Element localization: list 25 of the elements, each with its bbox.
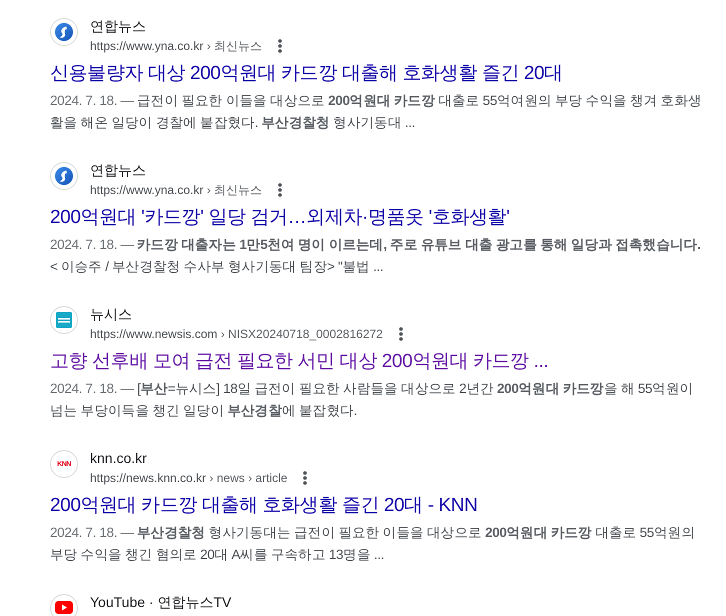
result-title-link[interactable]: 200억원대 카드깡 대출해 호화생활 즐긴 20대 - KNN xyxy=(50,493,478,519)
site-logo-icon xyxy=(50,594,78,616)
result-title-link[interactable]: 200억원대 '카드깡' 일당 검거…외제차·명품옷 '호화생활' xyxy=(50,205,510,231)
url-breadcrumb[interactable]: https://www.yna.co.kr › 최신뉴스 xyxy=(90,36,262,54)
more-options-icon[interactable] xyxy=(278,38,282,52)
result-snippet: 2024. 7. 18. — 부산경찰청 형사기동대는 급전이 필요한 이들을 대상으로 200억원대 카드깡 대출로 55억원의 부당 수익을 챙긴 혐의로 20대 A씨를 구속하고 13명을 ... xyxy=(50,524,696,564)
result-snippet: 2024. 7. 18. — 카드깡 대출자는 1만5천여 명이 이르는데, 주로 유튜브 대출 광고를 통해 일당과 접촉했습니다. < 이승주 / 부산경찰청 수사부 형사기동대 팀장> "불법 ... xyxy=(50,236,702,276)
url-breadcrumb[interactable]: https://www.yna.co.kr › 최신뉴스 xyxy=(90,180,262,198)
site-name: 연합뉴스 xyxy=(90,161,146,179)
result-snippet: 2024. 7. 18. — 급전이 필요한 이들을 대상으로 200억원대 카드깡 대출로 55억여원의 부당 수익을 챙겨 호화생활을 해온 일당이 경찰에 붙잡혔다. 부산경찰청 형사기동대 ... xyxy=(50,92,702,132)
site-logo-icon xyxy=(50,18,78,46)
more-options-icon[interactable] xyxy=(303,470,308,484)
result-snippet: 2024. 7. 18. — [부산=뉴시스] 18일 급전이 필요한 사람들을 대상으로 2년간 200억원대 카드깡을 해 55억원이 넘는 부당이득을 챙긴 일당이 부산경찰에 붙잡혔다. xyxy=(50,380,694,420)
more-options-icon[interactable] xyxy=(398,326,403,340)
site-logo-icon xyxy=(50,162,78,190)
url-breadcrumb[interactable]: https://news.knn.co.kr › news › article xyxy=(90,468,288,486)
site-name: knn.co.kr xyxy=(90,449,147,467)
url-breadcrumb[interactable]: https://www.newsis.com › NISX20240718_0002816272 xyxy=(90,324,383,342)
more-options-icon[interactable] xyxy=(278,182,282,196)
result-title-link[interactable]: 신용불량자 대상 200억원대 카드깡 대출해 호화생활 즐긴 20대 xyxy=(50,61,563,87)
result-title-link[interactable]: 고향 선후배 모여 급전 필요한 서민 대상 200억원대 카드깡 ... xyxy=(50,349,548,375)
site-name: YouTube · 연합뉴스TV xyxy=(90,593,232,611)
site-name: 연합뉴스 xyxy=(90,17,146,35)
site-logo-icon xyxy=(50,306,78,334)
site-name: 뉴시스 xyxy=(90,305,132,323)
